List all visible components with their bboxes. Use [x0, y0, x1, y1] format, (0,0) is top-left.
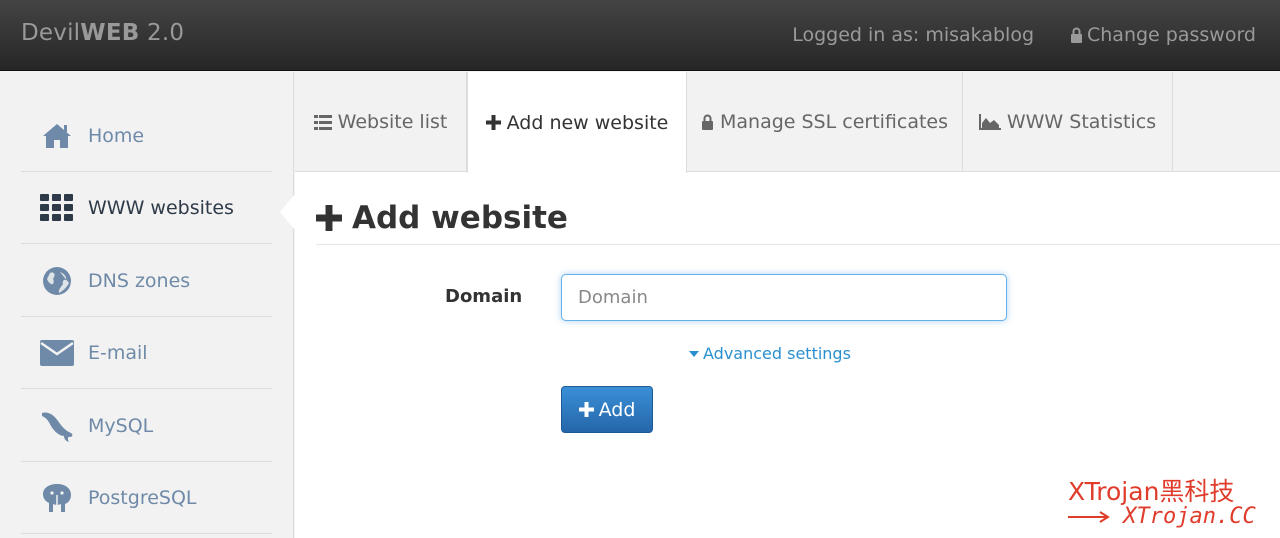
tab-website-list[interactable]: Website list — [295, 72, 467, 172]
divider — [316, 244, 1280, 245]
tab-www-statistics[interactable]: WWW Statistics — [963, 72, 1173, 172]
advanced-settings-label: Advanced settings — [703, 344, 851, 363]
grid-icon — [40, 191, 74, 225]
sidebar-item-label: WWW websites — [88, 196, 234, 219]
home-icon — [40, 119, 74, 153]
sidebar: Home WWW websites DNS zones E-mail MySQL… — [0, 72, 294, 538]
plus-icon — [485, 115, 501, 130]
watermark-url: XTrojan.CC — [1068, 504, 1256, 529]
main-content: Website list Add new website Manage SSL … — [295, 72, 1280, 538]
plus-icon — [578, 402, 594, 417]
logged-in-status: Logged in as: misakablog — [792, 24, 1034, 46]
tab-add-new-website[interactable]: Add new website — [467, 72, 687, 173]
elephant-icon — [40, 481, 74, 515]
sidebar-item-home[interactable]: Home — [21, 100, 272, 172]
tab-manage-ssl[interactable]: Manage SSL certificates — [687, 72, 963, 172]
sidebar-item-label: E-mail — [88, 341, 148, 364]
envelope-icon — [40, 336, 74, 370]
page-title-text: Add website — [352, 200, 568, 236]
plus-icon — [316, 205, 342, 231]
add-button[interactable]: Add — [561, 386, 653, 433]
lock-icon — [1071, 27, 1082, 43]
arrow-right-icon — [1068, 511, 1110, 523]
domain-label: Domain — [445, 286, 523, 307]
sidebar-item-label: DNS zones — [88, 269, 191, 292]
area-chart-icon — [978, 114, 1001, 130]
domain-input[interactable] — [561, 274, 1007, 321]
tab-label: Website list — [337, 111, 448, 133]
active-indicator — [280, 194, 295, 230]
brand-prefix: Devil — [21, 20, 81, 46]
watermark-url-text: XTrojan.CC — [1123, 504, 1256, 529]
sidebar-item-email[interactable]: E-mail — [21, 317, 272, 389]
dolphin-icon — [40, 409, 74, 443]
tab-label: WWW Statistics — [1006, 111, 1157, 133]
list-icon — [313, 114, 332, 130]
globe-icon — [40, 264, 74, 298]
watermark-title: XTrojan黑科技 — [1068, 477, 1235, 506]
sidebar-item-label: MySQL — [88, 414, 154, 437]
sidebar-item-mysql[interactable]: MySQL — [21, 390, 272, 462]
brand-suffix: 2.0 — [139, 20, 185, 46]
sidebar-item-label: PostgreSQL — [88, 486, 197, 509]
change-password-label: Change password — [1087, 24, 1256, 46]
sidebar-item-dns-zones[interactable]: DNS zones — [21, 245, 272, 317]
tab-label: Manage SSL certificates — [719, 111, 949, 133]
sidebar-item-label: Home — [88, 124, 145, 147]
app-brand[interactable]: DevilWEB 2.0 — [21, 20, 184, 46]
sidebar-item-postgresql[interactable]: PostgreSQL — [21, 462, 272, 534]
sidebar-item-www-websites[interactable]: WWW websites — [21, 172, 272, 244]
tab-label: Add new website — [506, 111, 669, 134]
change-password-link[interactable]: Change password — [1070, 24, 1256, 46]
tab-bar: Website list Add new website Manage SSL … — [295, 72, 1280, 173]
caret-down-icon — [689, 350, 699, 357]
advanced-settings-toggle[interactable]: Advanced settings — [689, 344, 851, 363]
add-button-label: Add — [598, 398, 636, 421]
brand-bold: WEB — [80, 20, 140, 46]
lock-icon — [701, 114, 713, 130]
top-navbar: DevilWEB 2.0 Logged in as: misakablog Ch… — [0, 0, 1280, 71]
page-title: Add website — [316, 200, 568, 236]
